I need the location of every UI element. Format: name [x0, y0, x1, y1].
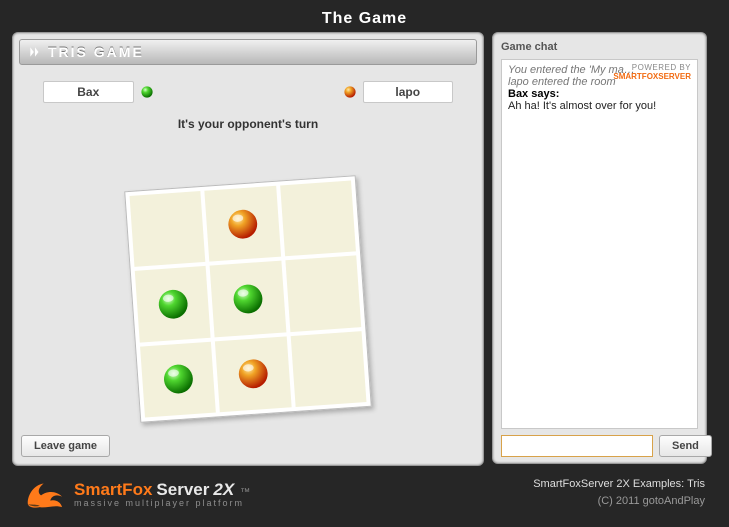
powered-by-badge: POWERED BY SMARTFOXSERVER	[613, 64, 691, 82]
board-cell-4[interactable]	[210, 261, 286, 337]
brand-smartfox: SmartFox	[74, 480, 152, 500]
player1-ball-icon	[140, 85, 154, 99]
green-ball-icon	[229, 280, 267, 318]
title-bar: TRIS GAME	[19, 39, 477, 65]
board-cell-7[interactable]	[215, 336, 291, 412]
credits: SmartFoxServer 2X Examples: Tris (C) 201…	[533, 476, 705, 509]
chat-log: POWERED BY SMARTFOXSERVER You entered th…	[501, 59, 698, 429]
player2-name: lapo	[363, 81, 454, 103]
green-ball-icon	[154, 285, 192, 323]
send-button[interactable]: Send	[659, 435, 712, 457]
player1-name: Bax	[43, 81, 134, 103]
game-title: TRIS GAME	[48, 44, 144, 60]
chat-title: Game chat	[501, 39, 698, 59]
chat-line: Bax says:	[508, 88, 691, 100]
page-title: The Game	[0, 0, 729, 32]
turn-status: It's your opponent's turn	[13, 117, 483, 131]
game-panel: TRIS GAME Bax lapo It's your opponent's …	[12, 32, 484, 466]
footer: SmartFoxServer 2X ™ massive multiplayer …	[0, 466, 729, 512]
board-cell-6[interactable]	[140, 341, 216, 417]
trademark: ™	[240, 487, 250, 498]
green-ball-icon	[159, 360, 197, 398]
chat-panel: Game chat POWERED BY SMARTFOXSERVER You …	[492, 32, 707, 464]
player2-ball-icon	[343, 85, 357, 99]
chevron-right-icon	[28, 45, 42, 59]
brand-server: Server	[156, 480, 209, 500]
players-row: Bax lapo	[43, 81, 453, 103]
board-cell-3[interactable]	[135, 266, 211, 342]
board-cell-2[interactable]	[280, 181, 356, 257]
brand-logo: SmartFoxServer 2X ™ massive multiplayer …	[24, 476, 250, 512]
board-cell-1[interactable]	[205, 186, 281, 262]
board-cell-0[interactable]	[130, 191, 206, 267]
fox-icon	[24, 476, 66, 512]
red-ball-icon	[224, 205, 262, 243]
brand-tagline: massive multiplayer platform	[74, 498, 250, 508]
board-cell-5[interactable]	[285, 256, 361, 332]
leave-game-button[interactable]: Leave game	[21, 435, 110, 457]
brand-2x: 2X	[213, 480, 234, 500]
chat-input[interactable]	[501, 435, 653, 457]
chat-line: Ah ha! It's almost over for you!	[508, 100, 691, 112]
red-ball-icon	[234, 355, 272, 393]
board-cell-8[interactable]	[290, 331, 366, 407]
game-board	[124, 175, 372, 423]
